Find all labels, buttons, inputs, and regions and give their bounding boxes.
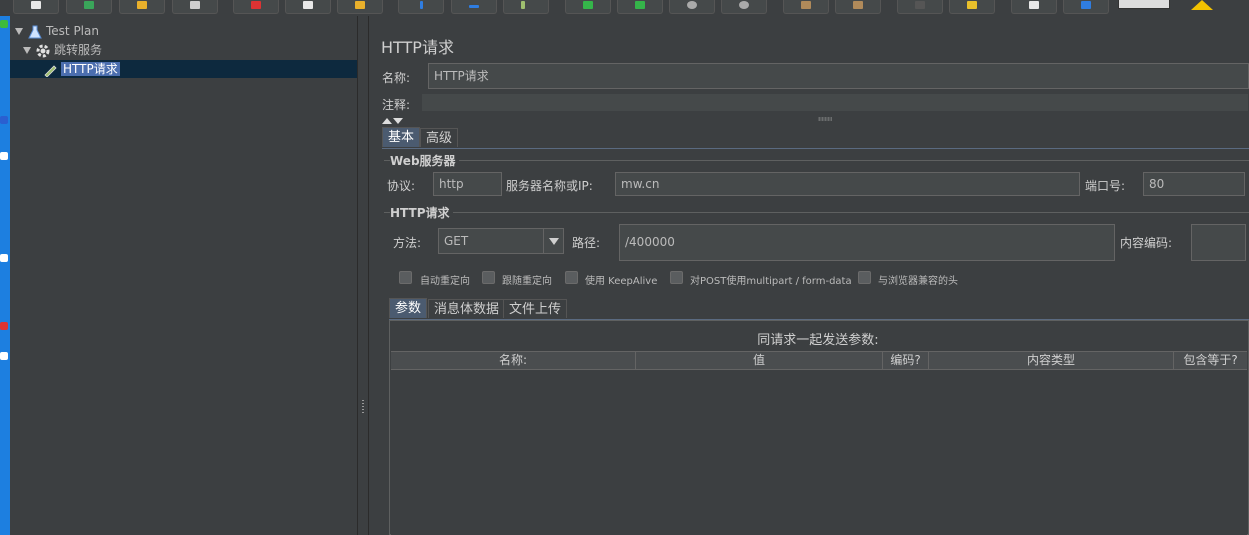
server-field[interactable]: mw.cn bbox=[615, 172, 1080, 196]
cut-icon[interactable] bbox=[233, 0, 279, 14]
browser-headers-label: 与浏览器兼容的头 bbox=[878, 276, 958, 287]
desktop-app-icon bbox=[0, 352, 8, 360]
shutdown-icon[interactable] bbox=[721, 0, 767, 14]
http-request-title: HTTP请求 bbox=[390, 204, 453, 221]
sampler-pen-icon bbox=[43, 63, 57, 78]
new-icon[interactable] bbox=[13, 0, 59, 14]
start-icon[interactable] bbox=[565, 0, 611, 14]
stop-icon[interactable] bbox=[669, 0, 715, 14]
reset-search-icon[interactable] bbox=[949, 0, 995, 14]
save-icon[interactable] bbox=[172, 0, 218, 14]
expand-icon[interactable] bbox=[398, 0, 444, 14]
collapse-icon[interactable] bbox=[451, 0, 497, 14]
protocol-field[interactable]: http bbox=[433, 172, 502, 196]
test-plan-tree: Test Plan 跳转服务 HTTP请求 bbox=[10, 16, 358, 535]
help-icon[interactable] bbox=[1063, 0, 1109, 14]
encoding-label: 内容编码: bbox=[1120, 236, 1173, 250]
start-no-pause-icon[interactable] bbox=[617, 0, 663, 14]
follow-redirect-checkbox[interactable] bbox=[482, 271, 495, 284]
clear-icon[interactable] bbox=[783, 0, 829, 14]
sampler-editor: HTTP请求 名称: HTTP请求 注释: 基本 高级 Web服务器 协议: h… bbox=[370, 16, 1249, 535]
port-label: 端口号: bbox=[1085, 179, 1126, 193]
tree-node-thread-group[interactable]: 跳转服务 bbox=[23, 41, 102, 59]
tab-basic[interactable]: 基本 bbox=[382, 127, 421, 147]
desktop-edge bbox=[0, 16, 10, 535]
warning-icon[interactable] bbox=[1191, 0, 1213, 10]
auto-redirect-label: 自动重定向 bbox=[420, 276, 470, 287]
protocol-label: 协议: bbox=[387, 179, 416, 193]
tree-node-http-sampler[interactable]: HTTP请求 bbox=[10, 60, 357, 78]
gear-icon bbox=[36, 44, 50, 58]
desktop-app-icon bbox=[0, 254, 8, 262]
comment-label: 注释: bbox=[382, 98, 411, 112]
desktop-app-icon bbox=[0, 116, 8, 124]
page-title: HTTP请求 bbox=[381, 38, 454, 57]
tree-node-label: 跳转服务 bbox=[54, 43, 103, 57]
encoding-field[interactable] bbox=[1191, 224, 1246, 261]
tree-node-label: Test Plan bbox=[46, 24, 99, 38]
tree-node-test-plan[interactable]: Test Plan bbox=[15, 22, 99, 40]
column-header-content-type[interactable]: 内容类型 bbox=[929, 352, 1174, 369]
function-helper-icon[interactable] bbox=[1011, 0, 1057, 14]
elapsed-timer bbox=[1118, 0, 1170, 9]
tab-underline bbox=[382, 148, 1249, 149]
tab-file-upload[interactable]: 文件上传 bbox=[503, 299, 568, 318]
panel-splitter[interactable] bbox=[358, 16, 369, 535]
divider-grip[interactable] bbox=[818, 117, 832, 121]
path-label: 路径: bbox=[572, 236, 601, 250]
multipart-label: 对POST使用multipart / form-data bbox=[690, 276, 852, 287]
desktop-app-icon bbox=[0, 322, 8, 330]
method-label: 方法: bbox=[393, 236, 422, 250]
column-header-include-equals[interactable]: 包含等于? bbox=[1174, 352, 1247, 369]
search-icon[interactable] bbox=[897, 0, 943, 14]
browser-headers-checkbox[interactable] bbox=[858, 271, 871, 284]
parameters-table: 同请求一起发送参数: 名称: 值 编码? 内容类型 包含等于? bbox=[389, 320, 1249, 535]
column-header-encode[interactable]: 编码? bbox=[883, 352, 929, 369]
desktop-app-icon bbox=[0, 152, 8, 160]
expand-triangle-icon[interactable] bbox=[15, 28, 23, 35]
desktop-app-icon bbox=[0, 20, 8, 28]
keepalive-checkbox[interactable] bbox=[565, 271, 578, 284]
port-field[interactable]: 80 bbox=[1143, 172, 1245, 196]
paste-icon[interactable] bbox=[337, 0, 383, 14]
test-plan-icon bbox=[28, 25, 42, 39]
column-header-name[interactable]: 名称: bbox=[391, 352, 636, 369]
splitter-grip[interactable] bbox=[361, 399, 365, 413]
toggle-icon[interactable] bbox=[503, 0, 549, 14]
comment-field[interactable] bbox=[421, 93, 1249, 112]
toolbar bbox=[0, 0, 1249, 16]
clear-all-icon[interactable] bbox=[835, 0, 881, 14]
open-icon[interactable] bbox=[119, 0, 165, 14]
tab-parameters[interactable]: 参数 bbox=[389, 298, 428, 318]
parameters-caption: 同请求一起发送参数: bbox=[757, 333, 879, 348]
follow-redirect-label: 跟随重定向 bbox=[502, 276, 552, 287]
name-field[interactable]: HTTP请求 bbox=[428, 63, 1249, 89]
arrow-down-icon[interactable] bbox=[393, 118, 403, 124]
tree-node-label: HTTP请求 bbox=[61, 62, 120, 76]
copy-icon[interactable] bbox=[285, 0, 331, 14]
path-field[interactable]: /400000 bbox=[619, 224, 1115, 261]
arrow-up-icon[interactable] bbox=[382, 118, 392, 124]
name-label: 名称: bbox=[382, 71, 411, 85]
expand-triangle-icon[interactable] bbox=[23, 47, 31, 54]
tab-advanced[interactable]: 高级 bbox=[420, 128, 459, 147]
table-header: 名称: 值 编码? 内容类型 包含等于? bbox=[391, 351, 1247, 370]
collapse-toggle[interactable] bbox=[382, 113, 404, 127]
http-request-border bbox=[384, 212, 1249, 213]
auto-redirect-checkbox[interactable] bbox=[399, 271, 412, 284]
multipart-checkbox[interactable] bbox=[670, 271, 683, 284]
web-server-border bbox=[384, 160, 1249, 161]
table-body[interactable] bbox=[391, 371, 1247, 535]
chevron-down-icon[interactable] bbox=[543, 229, 563, 253]
keepalive-label: 使用 KeepAlive bbox=[585, 276, 658, 287]
tab-body-data[interactable]: 消息体数据 bbox=[428, 299, 506, 318]
template-icon[interactable] bbox=[66, 0, 112, 14]
server-label: 服务器名称或IP: bbox=[506, 179, 593, 193]
column-header-value[interactable]: 值 bbox=[636, 352, 883, 369]
web-server-title: Web服务器 bbox=[390, 152, 459, 169]
